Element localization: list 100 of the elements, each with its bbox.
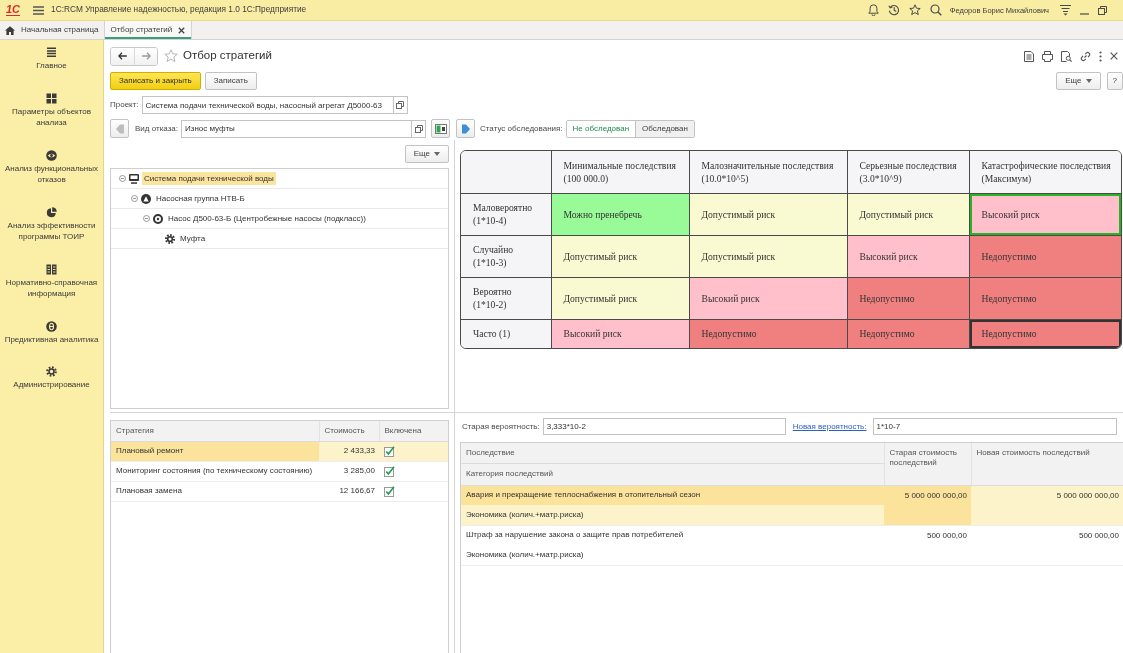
tree-node[interactable]: Насосная группа НТВ-Б	[154, 191, 247, 206]
risk-cell[interactable]: Высокий риск	[689, 277, 847, 319]
help-button[interactable]: ?	[1106, 72, 1123, 90]
sidebar-item[interactable]: Параметры объектов анализа	[0, 92, 103, 129]
filter-icon[interactable]	[1059, 4, 1071, 16]
save-and-close-button[interactable]: Записать и закрыть	[110, 72, 201, 90]
view-button[interactable]	[431, 119, 450, 138]
document-search-icon[interactable]	[1061, 50, 1072, 62]
tree-node[interactable]: Муфта	[178, 231, 208, 246]
left-arrow-icon	[115, 123, 124, 134]
more-button[interactable]: Еще	[404, 145, 449, 163]
column-header: Последствие	[461, 443, 884, 463]
risk-cell[interactable]: Допустимый риск	[551, 277, 689, 319]
app-logo: 1С	[6, 4, 21, 16]
sidebar-item[interactable]: Нормативно-справочная информация	[0, 263, 103, 300]
sheet-icon	[434, 123, 447, 134]
sidebar-item[interactable]: Администрирование	[0, 366, 103, 391]
table-cell[interactable]: Штраф за нарушение закона о защите прав потребителей	[461, 525, 884, 545]
risk-cell[interactable]: Недопустимо	[969, 277, 1121, 319]
tree-node[interactable]: Система подачи технической воды	[142, 171, 276, 186]
sidebar-item[interactable]: Предиктивная аналитика	[0, 320, 103, 345]
checkbox-icon[interactable]	[384, 485, 395, 497]
star-icon[interactable]	[164, 49, 178, 63]
tab[interactable]: Отбор стратегий	[105, 21, 193, 39]
eye-icon	[46, 149, 57, 161]
document-icon[interactable]	[1024, 50, 1034, 62]
next-button[interactable]	[456, 119, 475, 138]
row-header: Вероятно (1*10-2)	[461, 277, 551, 319]
old-probability-field[interactable]: 3,333*10-2	[542, 418, 786, 435]
column-header: Малозначительные последствия (10.0*10^5)	[689, 151, 847, 193]
disc-icon	[46, 320, 57, 332]
collapse-icon[interactable]	[131, 195, 138, 202]
pie-chart-icon	[46, 206, 57, 218]
squares-icon	[414, 124, 423, 133]
menu-icon[interactable]	[33, 5, 45, 15]
new-probability-link[interactable]: Новая вероятность:	[792, 421, 867, 432]
collapse-icon[interactable]	[143, 215, 150, 222]
failure-type-field[interactable]: Износ муфты	[181, 119, 412, 138]
risk-cell[interactable]: Высокий риск	[551, 319, 689, 348]
risk-cell[interactable]: Недопустимо	[969, 235, 1121, 277]
column-header: Категория последствий	[461, 463, 884, 485]
triangle-disc-icon	[141, 193, 151, 204]
column-header: Серьезные последствия (3.0*10^9)	[847, 151, 969, 193]
risk-cell[interactable]: Недопустимо	[847, 319, 969, 348]
column-header: Стратегия	[111, 421, 319, 441]
checkbox-icon[interactable]	[384, 445, 395, 457]
field-label: Вид отказа:	[135, 123, 178, 134]
star-icon[interactable]	[909, 4, 922, 16]
back-button[interactable]	[111, 47, 134, 65]
close-icon[interactable]	[1110, 52, 1118, 60]
close-icon[interactable]	[178, 26, 186, 34]
checkbox-icon[interactable]	[384, 465, 395, 477]
risk-cell[interactable]: Недопустимо	[847, 277, 969, 319]
history-icon[interactable]	[888, 4, 901, 16]
gear-icon	[165, 233, 175, 244]
column-header: Стоимость	[319, 421, 379, 441]
tree-node[interactable]: Насос Д500-63-Б (Центробежные насосы (подкласс))	[166, 211, 368, 226]
table-cell: 5 000 000 000,00	[971, 485, 1123, 525]
status-toggle[interactable]: Обследован	[635, 120, 694, 137]
open-button[interactable]	[412, 119, 426, 138]
table-cell[interactable]: Авария и прекращение теплоснабжения в отопительный сезон	[461, 485, 884, 505]
table-cell: 500 000,00	[971, 525, 1123, 565]
risk-cell[interactable]: Можно пренебречь	[551, 193, 689, 235]
restore-icon[interactable]	[1097, 5, 1107, 15]
left-arrow-icon	[118, 52, 127, 60]
risk-cell[interactable]: Высокий риск	[847, 235, 969, 277]
save-button[interactable]: Записать	[204, 72, 257, 90]
risk-cell[interactable]: Допустимый риск	[689, 235, 847, 277]
collapse-icon[interactable]	[119, 175, 126, 182]
link-icon[interactable]	[1080, 50, 1091, 62]
sidebar-item[interactable]: Анализ эффективности программы ТОИР	[0, 206, 103, 243]
table-cell[interactable]: Плановая замена	[111, 481, 319, 501]
table-cell: 5 000 000 000,00	[884, 485, 971, 525]
column-header: Включена	[379, 421, 448, 441]
field-label: Проект:	[110, 100, 139, 110]
column-header: Минимальные последствия (100 000.0)	[551, 151, 689, 193]
risk-cell[interactable]: Недопустимо	[969, 319, 1121, 348]
more-icon[interactable]	[1099, 50, 1102, 62]
home-icon	[5, 25, 15, 35]
field-label: Старая вероятность:	[462, 421, 540, 432]
table-cell[interactable]: Плановый ремонт	[111, 441, 319, 461]
risk-cell[interactable]: Недопустимо	[689, 319, 847, 348]
book-icon	[46, 263, 57, 275]
field-label: Статус обследования:	[480, 123, 563, 134]
row-header: Случайно (1*10-3)	[461, 235, 551, 277]
bell-icon[interactable]	[868, 4, 880, 16]
search-icon[interactable]	[930, 4, 943, 16]
risk-cell[interactable]: Допустимый риск	[689, 193, 847, 235]
project-field[interactable]: Система подачи технической воды, насосный агрегат Д5000-63	[141, 96, 394, 114]
table-cell[interactable]: Мониторинг состояния (по техническому состоянию)	[111, 461, 319, 481]
risk-cell[interactable]: Допустимый риск	[847, 193, 969, 235]
sidebar-item[interactable]: Анализ функциональных отказов	[0, 149, 103, 186]
caret-icon	[1085, 79, 1092, 83]
more-button[interactable]: Еще	[1056, 72, 1101, 90]
sidebar-item[interactable]: Главное	[0, 47, 103, 72]
risk-cell[interactable]: Допустимый риск	[551, 235, 689, 277]
risk-cell[interactable]: Высокий риск	[969, 193, 1121, 235]
table-cell: 2 433,33	[319, 441, 379, 461]
new-probability-field[interactable]: 1*10-7	[872, 418, 1117, 435]
printer-icon[interactable]	[1042, 50, 1053, 62]
